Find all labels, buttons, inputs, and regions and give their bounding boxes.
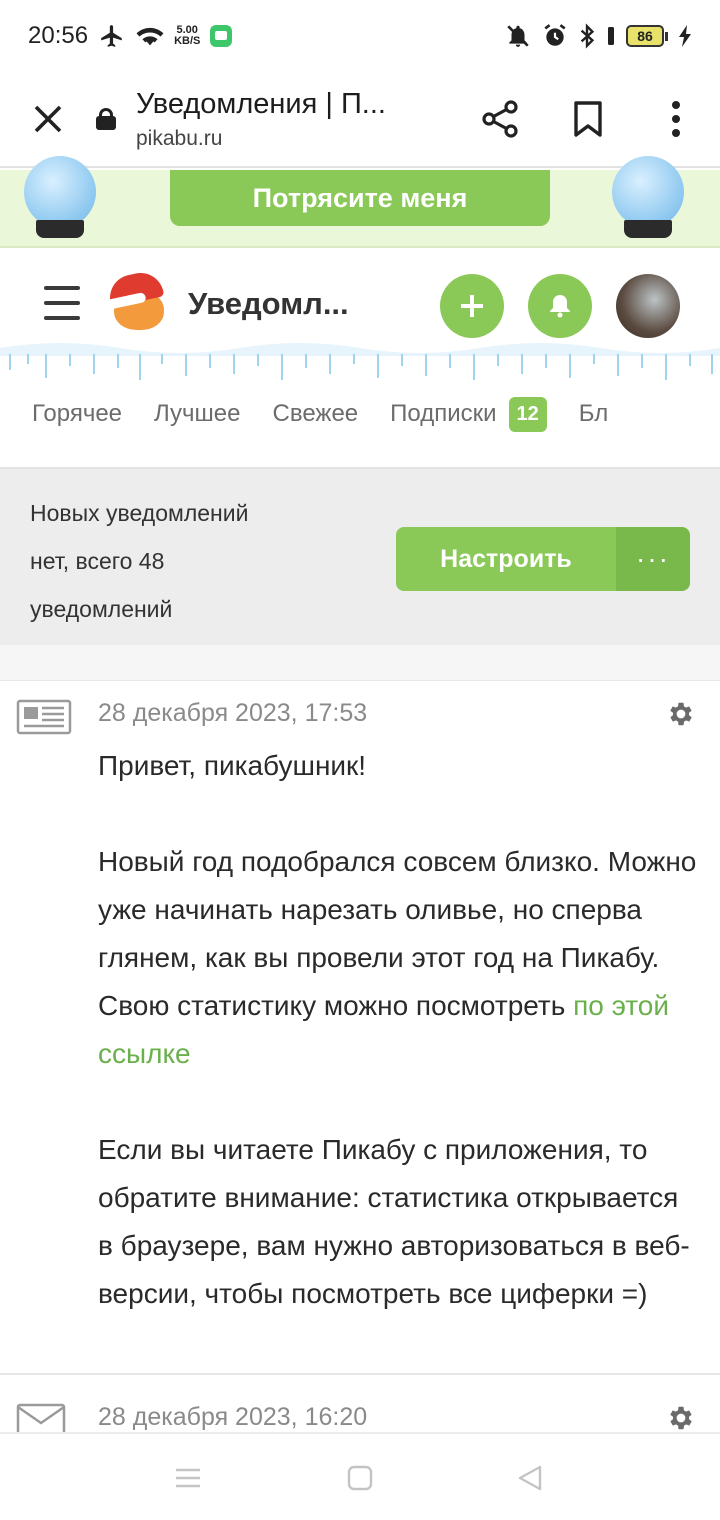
message-paragraph: Если вы читаете Пикабу с приложения, то … (98, 1134, 690, 1309)
lock-icon (96, 108, 116, 130)
share-icon (482, 100, 518, 138)
net-speed: 5.00 KB/S (174, 24, 201, 47)
bookmark-icon (574, 101, 602, 137)
browser-toolbar: Уведомления | П... pikabu.ru (0, 72, 720, 168)
more-options-button[interactable]: ··· (616, 527, 690, 591)
gear-icon[interactable] (666, 1403, 696, 1433)
configure-button[interactable]: Настроить (396, 527, 616, 591)
gear-icon[interactable] (666, 699, 696, 729)
snow-globe-icon (22, 156, 98, 246)
more-menu-button[interactable] (632, 71, 720, 167)
address-bar[interactable]: Уведомления | П... pikabu.ru (136, 88, 456, 151)
avatar[interactable] (616, 274, 680, 338)
system-navigation-bar (0, 1432, 720, 1520)
home-icon[interactable] (346, 1464, 374, 1492)
divider (0, 1373, 720, 1375)
back-icon[interactable] (516, 1464, 544, 1492)
bell-icon (550, 295, 570, 318)
vibrate-icon (608, 27, 614, 45)
battery-icon: 86 (626, 25, 668, 47)
add-icon (461, 295, 483, 317)
notifications-summary-panel: Новых уведомлений нет, всего 48 уведомле… (0, 467, 720, 645)
menu-icon[interactable] (44, 286, 80, 320)
icicles-decoration (0, 343, 720, 380)
notifications-summary-text: Новых уведомлений нет, всего 48 уведомле… (30, 500, 249, 622)
configure-split-button: Настроить ··· (396, 527, 690, 591)
nav-tabs: Горячее Лучшее Свежее Подписки 12 Бл (0, 385, 720, 443)
notifications-button[interactable] (528, 274, 592, 338)
message-app-icon (210, 25, 233, 47)
snow-globe-icon (610, 156, 686, 246)
message-paragraph: Новый год подобрался совсем близко. Можн… (98, 846, 697, 1069)
notification-date: 28 декабря 2023, 16:20 (98, 1403, 368, 1431)
mute-icon (507, 25, 529, 47)
page-title: Уведомления | П... (136, 87, 386, 120)
header-title: Уведомл... (188, 286, 349, 321)
bluetooth-icon (580, 23, 595, 49)
more-vertical-icon (672, 101, 680, 137)
url-host: pikabu.ru (136, 126, 223, 150)
bookmark-button[interactable] (544, 71, 632, 167)
close-icon (34, 105, 62, 133)
promo-banner: Потрясите меня (0, 156, 720, 248)
wifi-icon (136, 27, 164, 46)
message-greeting: Привет, пикабушник! (98, 750, 367, 781)
close-button[interactable] (0, 71, 96, 167)
status-bar: 20:56 5.00 KB/S 86 (0, 0, 720, 72)
charging-icon (679, 25, 691, 47)
notification-date: 28 декабря 2023, 17:53 (98, 699, 368, 727)
divider (0, 645, 720, 681)
status-time: 20:56 (28, 22, 89, 49)
alarm-icon (544, 24, 566, 46)
subscriptions-count-badge: 12 (508, 396, 547, 432)
tab-subscriptions[interactable]: Подписки 12 (390, 396, 547, 432)
shake-me-button[interactable]: Потрясите меня (170, 170, 550, 226)
tab-blogs[interactable]: Бл (579, 400, 608, 428)
tab-fresh[interactable]: Свежее (273, 400, 359, 428)
airplane-icon (101, 25, 122, 47)
notification-message: Привет, пикабушник! Новый год подобрался… (98, 742, 698, 1318)
recent-apps-icon[interactable] (174, 1464, 202, 1492)
add-post-button[interactable] (440, 274, 504, 338)
pikabu-logo[interactable] (105, 268, 168, 336)
tab-hot[interactable]: Горячее (32, 400, 122, 428)
tab-best[interactable]: Лучшее (154, 400, 240, 428)
news-icon (16, 699, 72, 735)
share-button[interactable] (456, 71, 544, 167)
